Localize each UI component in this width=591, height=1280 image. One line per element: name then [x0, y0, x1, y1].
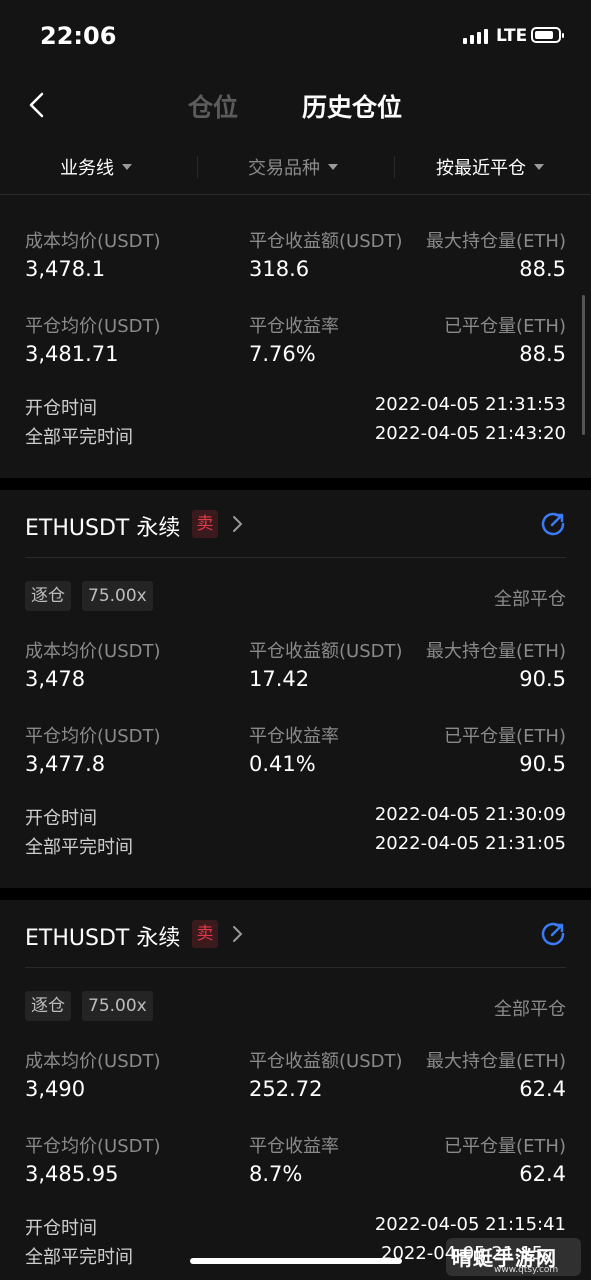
cost-avg-label: 成本均价(USDT): [25, 1051, 161, 1072]
cost-avg-value: 3,490: [25, 1077, 86, 1101]
dropdown-arrow-icon: [122, 164, 132, 170]
share-icon[interactable]: [539, 510, 567, 538]
signal-icon: [463, 28, 488, 44]
leverage-tag: 75.00x: [82, 581, 153, 611]
close-status: 全部平仓: [494, 999, 566, 1020]
scrollbar[interactable]: [582, 295, 585, 435]
share-icon[interactable]: [539, 920, 567, 948]
close-rate-value: 7.76%: [249, 342, 316, 366]
closed-qty-label: 已平仓量(ETH): [444, 1136, 566, 1157]
battery-icon: [531, 27, 564, 43]
filter-divider: [394, 156, 395, 178]
close-pnl-label: 平仓收益额(USDT): [249, 231, 403, 252]
close-pnl-value: 252.72: [249, 1077, 323, 1101]
close-rate-label: 平仓收益率: [249, 316, 339, 337]
back-chevron-icon[interactable]: [22, 88, 52, 122]
close-rate-value: 8.7%: [249, 1162, 303, 1186]
open-time-label: 开仓时间: [25, 398, 97, 419]
open-time-value: 2022-04-05 21:30:09: [374, 804, 566, 825]
close-avg-value: 3,477.8: [25, 752, 106, 776]
full-close-time-label: 全部平完时间: [25, 1247, 133, 1268]
close-pnl-label: 平仓收益额(USDT): [249, 1051, 403, 1072]
filter-bar: 业务线 交易品种 按最近平仓: [0, 140, 591, 195]
status-bar: 22:06 LTE: [0, 0, 591, 70]
position-card[interactable]: ETHUSDT 永续 卖 逐仓 75.00x 全部平仓 成本均价(USDT) 平…: [0, 490, 591, 888]
close-status: 全部平仓: [494, 589, 566, 610]
card-divider: [25, 557, 566, 558]
close-pnl-value: 17.42: [249, 667, 310, 691]
card-divider: [25, 967, 566, 968]
closed-qty-value: 90.5: [519, 752, 566, 776]
chevron-right-icon[interactable]: [230, 924, 244, 944]
closed-qty-label: 已平仓量(ETH): [444, 316, 566, 337]
tab-history[interactable]: 历史仓位: [302, 88, 402, 124]
close-avg-label: 平仓均价(USDT): [25, 1136, 161, 1157]
closed-qty-value: 62.4: [519, 1162, 566, 1186]
max-hold-label: 最大持仓量(ETH): [426, 231, 566, 252]
card-title[interactable]: ETHUSDT 永续: [25, 920, 180, 952]
dropdown-arrow-icon: [328, 164, 338, 170]
chevron-right-icon[interactable]: [230, 514, 244, 534]
filter-divider: [197, 156, 198, 178]
close-avg-label: 平仓均价(USDT): [25, 316, 161, 337]
margin-mode-tag: 逐仓: [25, 991, 71, 1021]
max-hold-value: 88.5: [519, 257, 566, 281]
watermark-url: www.qtsy.com: [494, 1265, 559, 1275]
card-title[interactable]: ETHUSDT 永续: [25, 510, 180, 542]
status-time: 22:06: [40, 22, 117, 50]
margin-mode-tag: 逐仓: [25, 581, 71, 611]
filter-label: 业务线: [60, 158, 114, 179]
full-close-time-label: 全部平完时间: [25, 427, 133, 448]
close-avg-value: 3,485.95: [25, 1162, 119, 1186]
watermark-logo: 晴蜓手游网 www.qtsy.com: [446, 1238, 581, 1276]
position-card[interactable]: ETHUSDT 永续 卖 逐仓 75.00x 全部平仓 成本均价(USDT) 平…: [0, 900, 591, 1280]
side-badge: 卖: [192, 510, 218, 538]
full-close-time-value: 2022-04-05 21:43:20: [374, 423, 566, 444]
filter-business-line[interactable]: 业务线: [60, 154, 132, 180]
max-hold-value: 62.4: [519, 1077, 566, 1101]
nav-header: 仓位 历史仓位: [0, 70, 591, 140]
home-indicator[interactable]: [190, 1258, 402, 1264]
filter-sort[interactable]: 按最近平仓: [436, 154, 544, 180]
close-rate-value: 0.41%: [249, 752, 316, 776]
open-time-value: 2022-04-05 21:15:41: [374, 1214, 566, 1235]
close-rate-label: 平仓收益率: [249, 1136, 339, 1157]
network-label: LTE: [496, 26, 528, 46]
close-pnl-label: 平仓收益额(USDT): [249, 641, 403, 662]
close-avg-value: 3,481.71: [25, 342, 119, 366]
full-close-time-label: 全部平完时间: [25, 837, 133, 858]
filter-label: 按最近平仓: [436, 158, 526, 179]
open-time-value: 2022-04-05 21:31:53: [374, 394, 566, 415]
full-close-time-value: 2022-04-05 21:31:05: [374, 833, 566, 854]
close-rate-label: 平仓收益率: [249, 726, 339, 747]
cost-avg-label: 成本均价(USDT): [25, 231, 161, 252]
tab-positions[interactable]: 仓位: [188, 88, 238, 124]
dropdown-arrow-icon: [534, 164, 544, 170]
closed-qty-value: 88.5: [519, 342, 566, 366]
filter-label: 交易品种: [248, 158, 320, 179]
leverage-tag: 75.00x: [82, 991, 153, 1021]
close-pnl-value: 318.6: [249, 257, 310, 281]
cost-avg-value: 3,478.1: [25, 257, 106, 281]
max-hold-value: 90.5: [519, 667, 566, 691]
close-avg-label: 平仓均价(USDT): [25, 726, 161, 747]
position-card[interactable]: 成本均价(USDT) 平仓收益额(USDT) 最大持仓量(ETH) 3,478.…: [0, 195, 591, 478]
open-time-label: 开仓时间: [25, 1218, 97, 1239]
closed-qty-label: 已平仓量(ETH): [444, 726, 566, 747]
filter-instrument[interactable]: 交易品种: [248, 154, 338, 180]
cost-avg-label: 成本均价(USDT): [25, 641, 161, 662]
open-time-label: 开仓时间: [25, 808, 97, 829]
side-badge: 卖: [192, 920, 218, 948]
max-hold-label: 最大持仓量(ETH): [426, 641, 566, 662]
cost-avg-value: 3,478: [25, 667, 86, 691]
max-hold-label: 最大持仓量(ETH): [426, 1051, 566, 1072]
